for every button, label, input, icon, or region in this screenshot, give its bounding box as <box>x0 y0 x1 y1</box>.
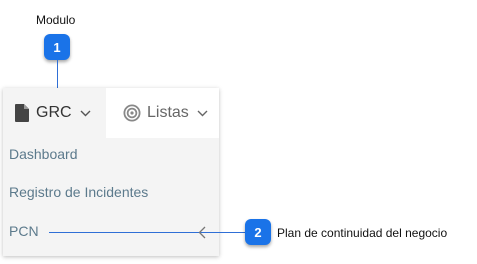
chevron-down-icon <box>80 110 91 117</box>
callout-1-label: Modulo <box>36 13 76 27</box>
menu-item-registro-de-incidentes[interactable]: Registro de Incidentes <box>9 184 148 200</box>
document-icon <box>15 104 29 122</box>
callout-2-connector <box>49 232 245 233</box>
menu-item-dashboard[interactable]: Dashboard <box>9 146 78 162</box>
tab-grc[interactable]: GRC <box>3 88 106 138</box>
tab-listas[interactable]: Listas <box>106 88 219 138</box>
target-icon <box>123 104 141 122</box>
menu-item-pcn[interactable]: PCN <box>9 223 39 239</box>
callout-2-label: Plan de continuidad del negocio <box>277 226 448 240</box>
chevron-down-icon <box>197 110 208 117</box>
tab-listas-label: Listas <box>147 104 189 121</box>
callout-1-badge: 1 <box>44 34 70 60</box>
chevron-left-icon <box>198 226 206 239</box>
module-menu-panel: GRC Listas Dashboard Registro de Inciden… <box>3 88 219 256</box>
callout-2-badge: 2 <box>245 219 271 245</box>
tab-grc-label: GRC <box>36 104 72 121</box>
module-tabs: GRC Listas <box>3 88 219 138</box>
